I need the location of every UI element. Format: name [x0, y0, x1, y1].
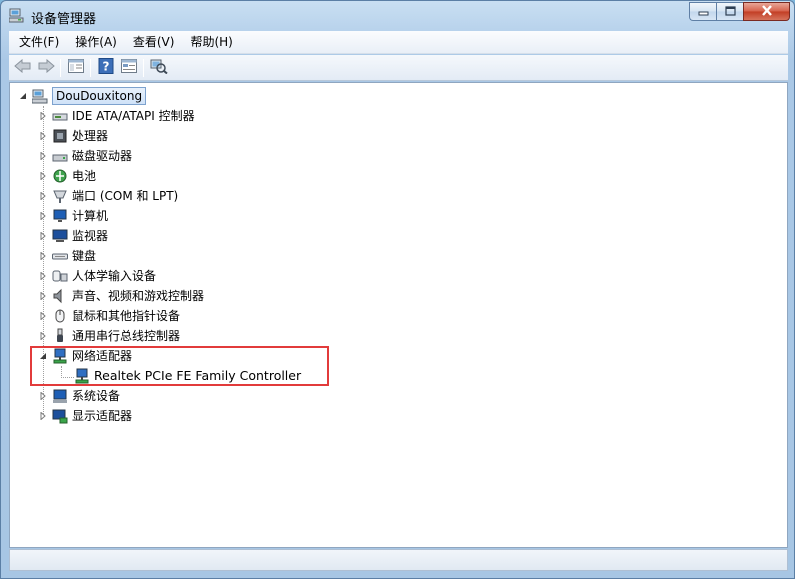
expand-arrow-icon[interactable]: [38, 291, 48, 301]
highlight-annotation-box: [30, 346, 329, 386]
tree-item-label: 系统设备: [72, 389, 121, 403]
expand-arrow-icon[interactable]: [38, 211, 48, 221]
tree-item-label: IDE ATA/ATAPI 控制器: [72, 109, 195, 123]
caption-buttons: [689, 2, 790, 21]
disk-drive-icon: [52, 148, 68, 164]
tree-item-processor[interactable]: 处理器: [38, 126, 108, 146]
maximize-icon: [724, 5, 736, 19]
menu-action[interactable]: 操作(A): [67, 31, 125, 53]
toolbar-separator: [60, 58, 61, 77]
expand-arrow-icon[interactable]: [38, 151, 48, 161]
tree-item-battery[interactable]: 电池: [38, 166, 96, 186]
expand-arrow-icon[interactable]: [38, 171, 48, 181]
tree-item-label: 显示适配器: [72, 409, 133, 423]
close-button[interactable]: [743, 2, 790, 21]
tree-item-label: 监视器: [72, 229, 109, 243]
minimize-button[interactable]: [689, 2, 716, 21]
sound-icon: [52, 288, 68, 304]
expand-arrow-icon[interactable]: [38, 271, 48, 281]
expand-arrow-icon[interactable]: [38, 191, 48, 201]
toolbar: ?: [9, 55, 788, 81]
device-manager-app-icon: [8, 7, 25, 23]
expand-arrow-icon[interactable]: [38, 111, 48, 121]
tree-item-label: 人体学输入设备: [72, 269, 157, 283]
expand-arrow-icon[interactable]: [38, 231, 48, 241]
tree-item-disk-drive[interactable]: 磁盘驱动器: [38, 146, 132, 166]
tree-item-ide-controller[interactable]: IDE ATA/ATAPI 控制器: [38, 106, 195, 126]
expand-arrow-icon[interactable]: [38, 331, 48, 341]
tree-item-label: 磁盘驱动器: [72, 149, 133, 163]
expand-arrow-icon[interactable]: [38, 391, 48, 401]
help-icon: ?: [98, 58, 114, 77]
tree-item-display-adapters[interactable]: 显示适配器: [38, 406, 132, 426]
tree-item-sound[interactable]: 声音、视频和游戏控制器: [38, 286, 204, 306]
battery-icon: [52, 168, 68, 184]
title-bar[interactable]: 设备管理器: [1, 1, 794, 31]
port-icon: [52, 188, 68, 204]
collapse-arrow-icon[interactable]: [18, 91, 28, 101]
back-button[interactable]: [11, 57, 34, 79]
tree-item-usb[interactable]: 通用串行总线控制器: [38, 326, 180, 346]
tree-root-label: DouDouxitong: [52, 87, 147, 105]
tree-item-label: 电池: [72, 169, 97, 183]
tree-item-computer[interactable]: 计算机: [38, 206, 108, 226]
tree-item-label: 端口 (COM 和 LPT): [72, 189, 179, 203]
svg-text:?: ?: [102, 60, 109, 74]
ide-controller-icon: [52, 108, 68, 124]
tree-item-label: 处理器: [72, 129, 109, 143]
display-adapter-icon: [52, 408, 68, 424]
monitor-icon: [52, 228, 68, 244]
menu-file[interactable]: 文件(F): [11, 31, 67, 53]
toolbar-separator: [90, 58, 91, 77]
scan-hardware-changes-button[interactable]: [147, 57, 170, 79]
expand-arrow-icon[interactable]: [38, 251, 48, 261]
console-tree-icon: [67, 59, 84, 76]
tree-item-hid[interactable]: 人体学输入设备: [38, 266, 156, 286]
menu-help[interactable]: 帮助(H): [182, 31, 240, 53]
minimize-icon: [698, 5, 709, 19]
keyboard-icon: [52, 248, 68, 264]
back-arrow-icon: [13, 58, 32, 76]
hid-icon: [52, 268, 68, 284]
tree-item-label: 声音、视频和游戏控制器: [72, 289, 205, 303]
tree-item-keyboard[interactable]: 键盘: [38, 246, 96, 266]
expand-arrow-icon[interactable]: [38, 131, 48, 141]
computer-icon: [52, 208, 68, 224]
menu-view[interactable]: 查看(V): [125, 31, 183, 53]
tree-item-label: 键盘: [72, 249, 97, 263]
tree-item-label: 鼠标和其他指针设备: [72, 309, 181, 323]
device-tree[interactable]: DouDouxitong IDE ATA/ATAPI 控制器 处理器 磁盘驱动器…: [9, 82, 788, 548]
system-device-icon: [52, 388, 68, 404]
tree-item-monitor[interactable]: 监视器: [38, 226, 108, 246]
usb-icon: [52, 328, 68, 344]
menu-bar: 文件(F) 操作(A) 查看(V) 帮助(H): [9, 31, 788, 54]
tree-root[interactable]: DouDouxitong: [18, 86, 147, 106]
status-bar: [9, 549, 788, 571]
tree-item-label: 计算机: [72, 209, 109, 223]
show-hide-console-tree-button[interactable]: [64, 57, 87, 79]
maximize-button[interactable]: [716, 2, 743, 21]
properties-icon: [120, 59, 137, 76]
close-icon: [761, 4, 773, 19]
scan-hardware-icon: [150, 58, 168, 77]
tree-item-ports[interactable]: 端口 (COM 和 LPT): [38, 186, 178, 206]
window-title: 设备管理器: [31, 12, 97, 27]
tree-item-system-devices[interactable]: 系统设备: [38, 386, 120, 406]
tree-item-label: 通用串行总线控制器: [72, 329, 181, 343]
processor-icon: [52, 128, 68, 144]
forward-arrow-icon: [37, 58, 55, 76]
device-manager-window: 设备管理器 文件(F) 操作(A) 查看(V) 帮助(H) ? DouDouxi…: [0, 0, 795, 579]
help-button[interactable]: ?: [94, 57, 117, 79]
toolbar-separator: [143, 58, 144, 77]
mouse-icon: [52, 308, 68, 324]
computer-root-icon: [32, 88, 48, 104]
forward-button[interactable]: [34, 57, 57, 79]
properties-button[interactable]: [117, 57, 140, 79]
tree-item-mouse[interactable]: 鼠标和其他指针设备: [38, 306, 180, 326]
expand-arrow-icon[interactable]: [38, 411, 48, 421]
expand-arrow-icon[interactable]: [38, 311, 48, 321]
